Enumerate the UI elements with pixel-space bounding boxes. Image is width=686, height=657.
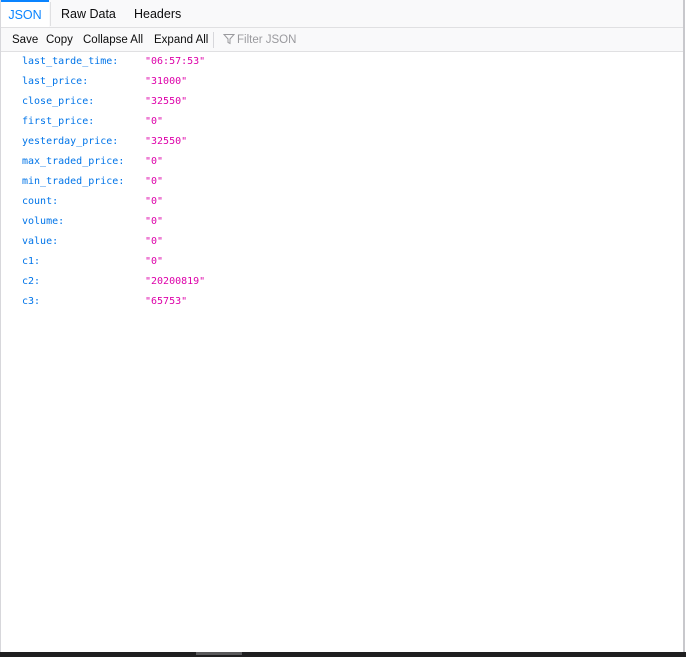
json-key: first_price: bbox=[22, 116, 95, 127]
tab-headers[interactable]: Headers bbox=[134, 0, 181, 27]
json-row[interactable]: close_price: "32550" bbox=[1, 92, 683, 112]
json-tree: last_tarde_time: "06:57:53" last_price: … bbox=[1, 52, 683, 312]
json-value: "0" bbox=[145, 156, 164, 167]
filter-json-input[interactable] bbox=[237, 30, 417, 49]
json-value: "0" bbox=[145, 176, 164, 187]
json-key: max_traded_price: bbox=[22, 156, 125, 167]
json-row[interactable]: c1: "0" bbox=[1, 252, 683, 272]
json-key: c2: bbox=[22, 276, 41, 287]
json-row[interactable]: count: "0" bbox=[1, 192, 683, 212]
toolbar: Save Copy Collapse All Expand All bbox=[1, 28, 683, 52]
filter-box bbox=[221, 30, 421, 49]
json-key: volume: bbox=[22, 216, 65, 227]
tab-divider bbox=[50, 2, 51, 26]
json-value: "0" bbox=[145, 116, 164, 127]
json-value: "0" bbox=[145, 236, 164, 247]
funnel-icon bbox=[223, 34, 235, 45]
json-viewer: JSON Raw Data Headers Save Copy Collapse… bbox=[0, 0, 685, 652]
json-row[interactable]: yesterday_price: "32550" bbox=[1, 132, 683, 152]
json-key: c1: bbox=[22, 256, 41, 267]
json-row[interactable]: max_traded_price: "0" bbox=[1, 152, 683, 172]
save-button[interactable]: Save bbox=[12, 28, 38, 51]
json-key: close_price: bbox=[22, 96, 95, 107]
json-value: "0" bbox=[145, 196, 164, 207]
json-value: "65753" bbox=[145, 296, 188, 307]
json-key: c3: bbox=[22, 296, 41, 307]
json-value: "06:57:53" bbox=[145, 56, 206, 67]
json-value: "20200819" bbox=[145, 276, 206, 287]
toolbar-separator bbox=[213, 32, 214, 48]
copy-button[interactable]: Copy bbox=[46, 28, 73, 51]
expand-all-button[interactable]: Expand All bbox=[154, 28, 208, 51]
scroll-thumb[interactable] bbox=[196, 652, 242, 655]
json-row[interactable]: c3: "65753" bbox=[1, 292, 683, 312]
json-row[interactable]: c2: "20200819" bbox=[1, 272, 683, 292]
json-key: count: bbox=[22, 196, 59, 207]
json-key: last_tarde_time: bbox=[22, 56, 119, 67]
tab-json[interactable]: JSON bbox=[1, 0, 49, 27]
json-key: yesterday_price: bbox=[22, 136, 119, 147]
bottom-edge bbox=[0, 652, 686, 657]
collapse-all-button[interactable]: Collapse All bbox=[83, 28, 143, 51]
json-value: "0" bbox=[145, 216, 164, 227]
json-row[interactable]: last_price: "31000" bbox=[1, 72, 683, 92]
json-row[interactable]: first_price: "0" bbox=[1, 112, 683, 132]
json-row[interactable]: last_tarde_time: "06:57:53" bbox=[1, 52, 683, 72]
tab-bar: JSON Raw Data Headers bbox=[1, 0, 683, 28]
json-value: "31000" bbox=[145, 76, 188, 87]
json-key: last_price: bbox=[22, 76, 89, 87]
json-row[interactable]: min_traded_price: "0" bbox=[1, 172, 683, 192]
json-key: min_traded_price: bbox=[22, 176, 125, 187]
json-value: "32550" bbox=[145, 96, 188, 107]
json-row[interactable]: volume: "0" bbox=[1, 212, 683, 232]
json-key: value: bbox=[22, 236, 59, 247]
json-value: "32550" bbox=[145, 136, 188, 147]
json-value: "0" bbox=[145, 256, 164, 267]
tab-raw-data[interactable]: Raw Data bbox=[61, 0, 116, 27]
json-row[interactable]: value: "0" bbox=[1, 232, 683, 252]
